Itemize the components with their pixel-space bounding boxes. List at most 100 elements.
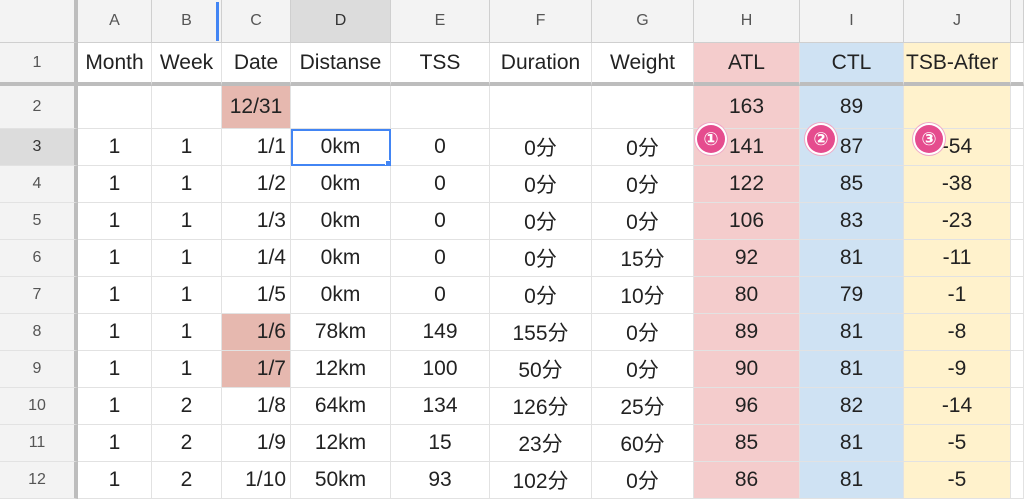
cell-header-ctl[interactable]: CTL [800, 43, 904, 86]
cell-j10-tsb[interactable]: -14 [904, 388, 1011, 425]
row-header-3[interactable]: 3 [0, 129, 78, 166]
cell-i11-ctl[interactable]: 81 [800, 425, 904, 462]
cell-d7-distance[interactable]: 0km [291, 277, 391, 314]
cell-h9-atl[interactable]: 90 [694, 351, 800, 388]
cell-c10-date[interactable]: 1/8 [222, 388, 291, 425]
cell-i8-ctl[interactable]: 81 [800, 314, 904, 351]
row-header-9[interactable]: 9 [0, 351, 78, 388]
cell-f9-duration[interactable]: 50分 [490, 351, 592, 388]
cell-h8-atl[interactable]: 89 [694, 314, 800, 351]
cell-h2-atl[interactable]: 163 [694, 86, 800, 129]
cell-e5-tss[interactable]: 0 [391, 203, 490, 240]
cell-d3-distance[interactable]: 0km [291, 129, 391, 166]
cell-e7-tss[interactable]: 0 [391, 277, 490, 314]
cell-a12-month[interactable]: 1 [78, 462, 152, 499]
cell-i5-ctl[interactable]: 83 [800, 203, 904, 240]
row-header-8[interactable]: 8 [0, 314, 78, 351]
cell-c5-date[interactable]: 1/3 [222, 203, 291, 240]
cell-e10-tss[interactable]: 134 [391, 388, 490, 425]
cell-h11-atl[interactable]: 85 [694, 425, 800, 462]
cell-j9-tsb[interactable]: -9 [904, 351, 1011, 388]
cell-g3-weight[interactable]: 0分 [592, 129, 694, 166]
column-header-i[interactable]: I [800, 0, 904, 43]
column-header-e[interactable]: E [391, 0, 490, 43]
cell-d6-distance[interactable]: 0km [291, 240, 391, 277]
cell-d2[interactable] [291, 86, 391, 129]
cell-e4-tss[interactable]: 0 [391, 166, 490, 203]
cell-c2-date[interactable]: 12/31 [222, 86, 291, 129]
cell-header-date[interactable]: Date [222, 43, 291, 86]
cell-d5-distance[interactable]: 0km [291, 203, 391, 240]
cell-e11-tss[interactable]: 15 [391, 425, 490, 462]
column-header-g[interactable]: G [592, 0, 694, 43]
cell-e6-tss[interactable]: 0 [391, 240, 490, 277]
cell-header-duration[interactable]: Duration [490, 43, 592, 86]
cell-h6-atl[interactable]: 92 [694, 240, 800, 277]
cell-j2[interactable] [904, 86, 1011, 129]
cell-d9-distance[interactable]: 12km [291, 351, 391, 388]
column-header-d[interactable]: D [291, 0, 391, 43]
cell-j8-tsb[interactable]: -8 [904, 314, 1011, 351]
cell-b12-week[interactable]: 2 [152, 462, 222, 499]
row-header-7[interactable]: 7 [0, 277, 78, 314]
cell-f4-duration[interactable]: 0分 [490, 166, 592, 203]
cell-a9-month[interactable]: 1 [78, 351, 152, 388]
cell-f11-duration[interactable]: 23分 [490, 425, 592, 462]
cell-d12-distance[interactable]: 50km [291, 462, 391, 499]
column-header-b[interactable]: B [152, 0, 222, 43]
cell-g2[interactable] [592, 86, 694, 129]
row-header-5[interactable]: 5 [0, 203, 78, 240]
cell-f10-duration[interactable]: 126分 [490, 388, 592, 425]
cell-h12-atl[interactable]: 86 [694, 462, 800, 499]
select-all-corner[interactable] [0, 0, 78, 43]
cell-g5-weight[interactable]: 0分 [592, 203, 694, 240]
cell-i4-ctl[interactable]: 85 [800, 166, 904, 203]
cell-d4-distance[interactable]: 0km [291, 166, 391, 203]
cell-f12-duration[interactable]: 102分 [490, 462, 592, 499]
cell-a3-month[interactable]: 1 [78, 129, 152, 166]
row-header-10[interactable]: 10 [0, 388, 78, 425]
cell-i10-ctl[interactable]: 82 [800, 388, 904, 425]
cell-g10-weight[interactable]: 25分 [592, 388, 694, 425]
cell-a5-month[interactable]: 1 [78, 203, 152, 240]
column-header-h[interactable]: H [694, 0, 800, 43]
cell-g11-weight[interactable]: 60分 [592, 425, 694, 462]
column-header-j[interactable]: J [904, 0, 1011, 43]
cell-f5-duration[interactable]: 0分 [490, 203, 592, 240]
cell-c4-date[interactable]: 1/2 [222, 166, 291, 203]
cell-h4-atl[interactable]: 122 [694, 166, 800, 203]
cell-e8-tss[interactable]: 149 [391, 314, 490, 351]
cell-b8-week[interactable]: 1 [152, 314, 222, 351]
cell-c3-date[interactable]: 1/1 [222, 129, 291, 166]
cell-i7-ctl[interactable]: 79 [800, 277, 904, 314]
cell-header-tss[interactable]: TSS [391, 43, 490, 86]
row-header-1[interactable]: 1 [0, 43, 78, 86]
cell-i6-ctl[interactable]: 81 [800, 240, 904, 277]
cell-e2[interactable] [391, 86, 490, 129]
cell-b3-week[interactable]: 1 [152, 129, 222, 166]
cell-header-week[interactable]: Week [152, 43, 222, 86]
cell-b10-week[interactable]: 2 [152, 388, 222, 425]
cell-a6-month[interactable]: 1 [78, 240, 152, 277]
cell-f7-duration[interactable]: 0分 [490, 277, 592, 314]
cell-a8-month[interactable]: 1 [78, 314, 152, 351]
cell-j6-tsb[interactable]: -11 [904, 240, 1011, 277]
cell-b9-week[interactable]: 1 [152, 351, 222, 388]
cell-j11-tsb[interactable]: -5 [904, 425, 1011, 462]
cell-j4-tsb[interactable]: -38 [904, 166, 1011, 203]
cell-c12-date[interactable]: 1/10 [222, 462, 291, 499]
row-header-12[interactable]: 12 [0, 462, 78, 499]
cell-a10-month[interactable]: 1 [78, 388, 152, 425]
row-header-4[interactable]: 4 [0, 166, 78, 203]
cell-header-atl[interactable]: ATL [694, 43, 800, 86]
cell-c9-date[interactable]: 1/7 [222, 351, 291, 388]
cell-a11-month[interactable]: 1 [78, 425, 152, 462]
cell-a7-month[interactable]: 1 [78, 277, 152, 314]
cell-g9-weight[interactable]: 0分 [592, 351, 694, 388]
column-header-c[interactable]: C [222, 0, 291, 43]
cell-c11-date[interactable]: 1/9 [222, 425, 291, 462]
cell-e12-tss[interactable]: 93 [391, 462, 490, 499]
cell-d8-distance[interactable]: 78km [291, 314, 391, 351]
cell-b4-week[interactable]: 1 [152, 166, 222, 203]
cell-b7-week[interactable]: 1 [152, 277, 222, 314]
